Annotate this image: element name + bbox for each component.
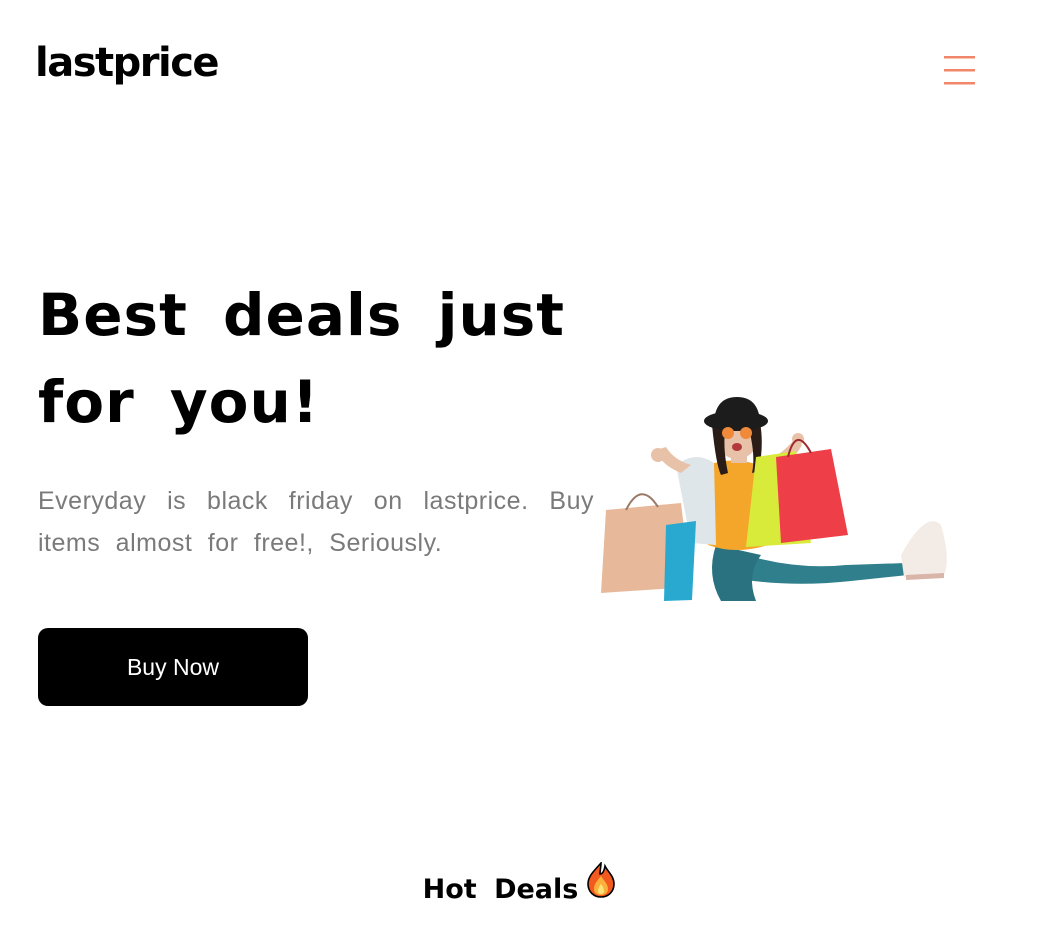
section-title: Hot Deals bbox=[0, 860, 1039, 912]
section-title-text: Hot Deals bbox=[422, 874, 579, 905]
hero-subtitle: Everyday is black friday on lastprice. B… bbox=[38, 487, 594, 557]
hamburger-menu-icon[interactable] bbox=[940, 54, 978, 86]
hero-title: Best deals just for you! bbox=[38, 281, 565, 436]
logo[interactable]: lastprice bbox=[35, 38, 220, 88]
buy-now-button[interactable]: Buy Now bbox=[38, 628, 308, 706]
hero-image bbox=[596, 395, 956, 605]
fire-icon bbox=[586, 860, 616, 912]
